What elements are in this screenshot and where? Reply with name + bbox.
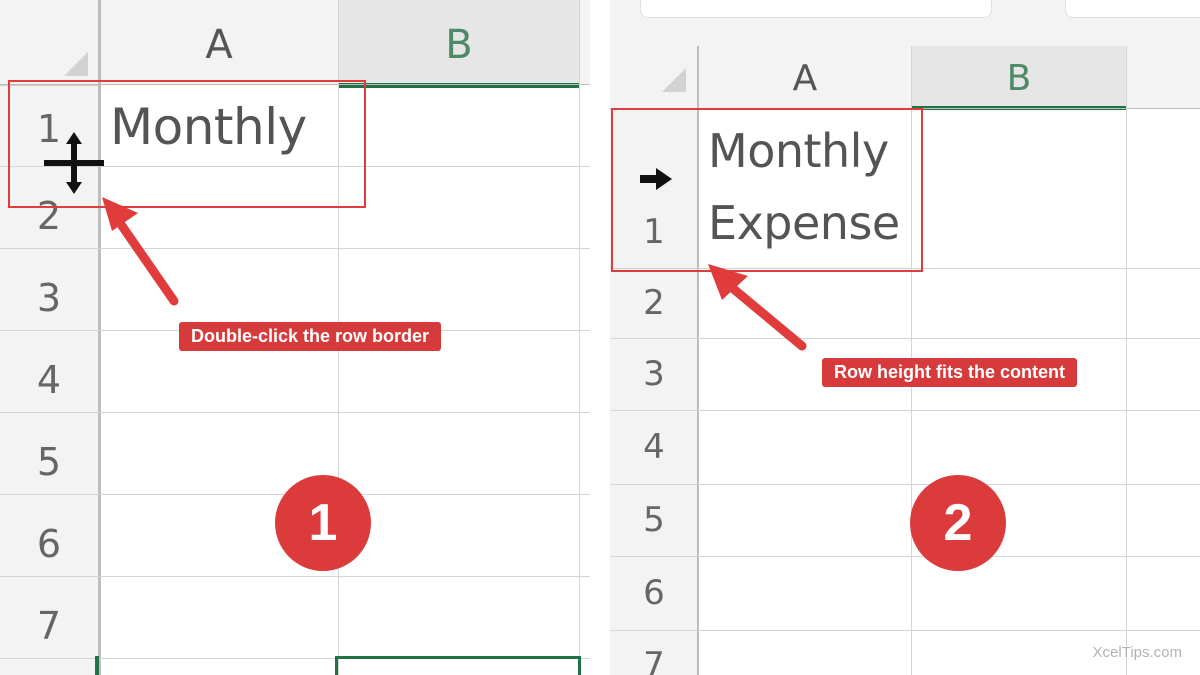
right-spreadsheet-panel: A B 1 2 3 4 5 6 7 Monthly Expense Row he… (610, 0, 1200, 675)
row-header-2[interactable]: 2 (610, 268, 698, 338)
column-header-a[interactable]: A (100, 0, 338, 85)
gridline-row-3 (610, 410, 1200, 411)
left-spreadsheet-panel: A B 1 2 3 4 5 6 7 Monthly Double-click t… (0, 0, 590, 675)
gridline-row-2 (610, 338, 1200, 339)
select-all-corner[interactable] (610, 46, 699, 109)
select-all-triangle-icon (64, 52, 88, 76)
select-all-corner[interactable] (0, 0, 99, 86)
row-header-6[interactable]: 6 (610, 556, 698, 630)
watermark: XcelTips.com (1092, 644, 1182, 661)
column-header-b[interactable]: B (912, 46, 1126, 108)
row-header-4[interactable]: 4 (610, 410, 698, 484)
gridline-row-5 (610, 556, 1200, 557)
row-header-5[interactable]: 5 (610, 484, 698, 556)
gridline-row-4 (610, 484, 1200, 485)
row-header-7[interactable]: 7 (0, 580, 98, 662)
row-8-left-accent (95, 656, 99, 675)
row-header-3[interactable]: 3 (610, 338, 698, 410)
panel-divider (590, 0, 610, 675)
gridline-row-6 (610, 630, 1200, 631)
row-header-5[interactable]: 5 (0, 416, 98, 498)
active-cell-outline (335, 656, 581, 675)
callout-double-click: Double-click the row border (179, 322, 442, 351)
step-badge-1: 1 (275, 475, 371, 571)
column-header-a[interactable]: A (699, 46, 911, 108)
row-header-3[interactable]: 3 (0, 252, 98, 334)
row-header-6[interactable]: 6 (0, 498, 98, 580)
column-header-b[interactable]: B (339, 0, 579, 85)
gridline-col-b-c (1126, 46, 1127, 675)
fitted-row-highlight-box (611, 108, 923, 272)
name-box-field[interactable] (640, 0, 992, 18)
row-header-4[interactable]: 4 (0, 334, 98, 416)
row-header-7[interactable]: 7 (610, 630, 698, 675)
pointer-arrow-icon (708, 264, 807, 351)
formula-bar-field[interactable] (1065, 0, 1200, 18)
gridline-col-b-c (579, 0, 580, 675)
step-badge-2: 2 (910, 475, 1006, 571)
callout-row-height: Row height fits the content (822, 358, 1077, 387)
pointer-arrow-icon (102, 197, 179, 306)
select-all-triangle-icon (662, 68, 686, 92)
